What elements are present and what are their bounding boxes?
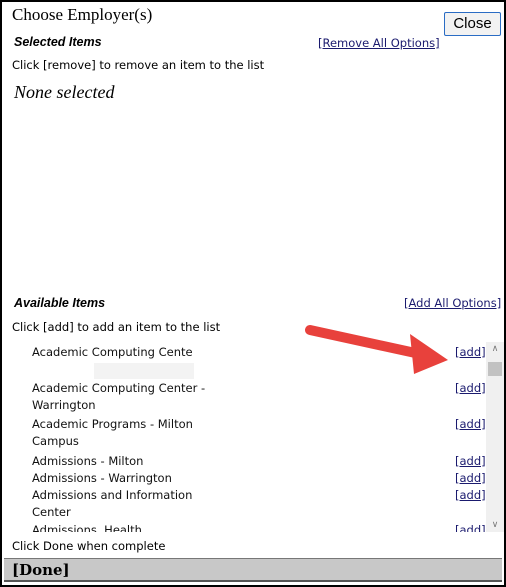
add-item-link[interactable]: [add] bbox=[455, 345, 486, 359]
available-items-heading: Available Items bbox=[14, 296, 106, 310]
item-name: Admissions, Health bbox=[32, 523, 142, 532]
dialog-title: Choose Employer(s) bbox=[12, 5, 153, 24]
item-name: Academic Computing Center - Warrington bbox=[32, 381, 206, 412]
add-item-link[interactable]: [add] bbox=[455, 471, 486, 485]
selected-items-heading: Selected Items bbox=[14, 35, 102, 49]
item-name: Admissions - Milton bbox=[32, 454, 144, 468]
redaction-mask bbox=[94, 363, 194, 379]
done-bar: [Done] bbox=[4, 558, 502, 582]
done-button[interactable]: [Done] bbox=[12, 561, 70, 579]
item-name: Admissions and Information Center bbox=[32, 488, 193, 519]
list-scrollbar[interactable]: ∧ ∨ bbox=[486, 342, 504, 532]
add-item-link[interactable]: [add] bbox=[455, 381, 486, 395]
available-items-list: Academic Computing Cente [add] Academic … bbox=[14, 342, 498, 532]
add-item-link[interactable]: [add] bbox=[455, 454, 486, 468]
choose-employer-dialog: Choose Employer(s) Close Selected Items … bbox=[0, 0, 506, 587]
scroll-down-icon[interactable]: ∨ bbox=[486, 518, 504, 532]
scroll-up-icon[interactable]: ∧ bbox=[486, 342, 504, 356]
selected-empty-text: None selected bbox=[14, 82, 115, 102]
done-hint: Click Done when complete bbox=[12, 539, 166, 553]
add-item-link[interactable]: [add] bbox=[455, 488, 486, 502]
close-button[interactable]: Close bbox=[444, 12, 501, 36]
remove-all-options-link[interactable]: [Remove All Options] bbox=[318, 36, 440, 50]
add-item-link[interactable]: [add] bbox=[455, 523, 486, 532]
add-hint: Click [add] to add an item to the list bbox=[12, 320, 221, 334]
remove-hint: Click [remove] to remove an item to the … bbox=[12, 58, 265, 72]
scroll-thumb[interactable] bbox=[488, 362, 502, 376]
add-all-options-link[interactable]: [Add All Options] bbox=[404, 296, 501, 310]
item-name: Academic Computing Cente bbox=[32, 345, 193, 359]
item-name: Admissions - Warrington bbox=[32, 471, 172, 485]
item-name: Academic Programs - Milton Campus bbox=[32, 417, 193, 448]
add-item-link[interactable]: [add] bbox=[455, 417, 486, 431]
